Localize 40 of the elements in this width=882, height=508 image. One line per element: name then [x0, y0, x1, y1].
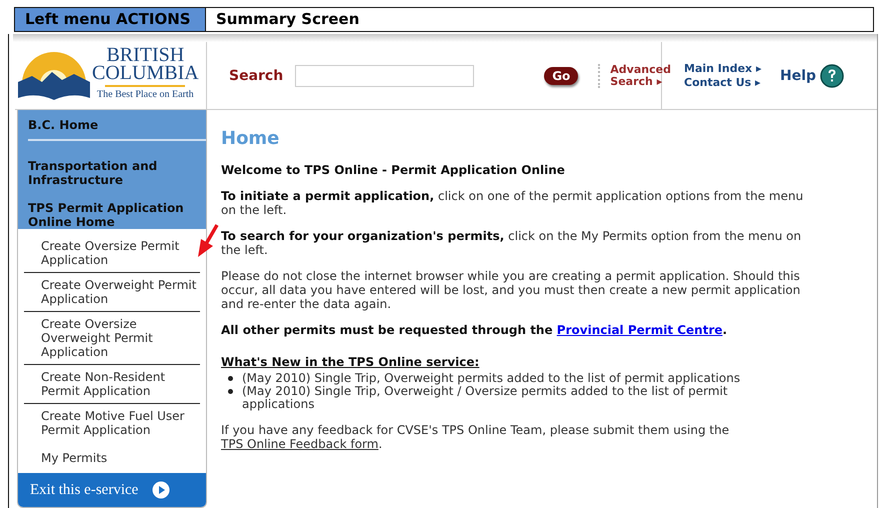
help-icon[interactable]: [820, 64, 844, 88]
list-text: (May 2010) Single Trip, Overweight / Oversize permits added to the list of permit applications: [242, 385, 728, 411]
sidebar-item[interactable]: Create Oversize Overweight Permit Application: [41, 317, 200, 360]
paragraph: All other permits must be requested through the Provincial Permit Centre.: [221, 323, 728, 337]
heading-text: Welcome to TPS Online - Permit Application Online: [221, 163, 566, 177]
sidebar-item[interactable]: My Permits: [41, 451, 108, 466]
logo-text: BRITISH: [106, 46, 184, 64]
text-link[interactable]: Provincial Permit Centre: [556, 323, 723, 337]
bullet-icon: [228, 376, 233, 381]
sidebar-item[interactable]: Create Overweight Permit Application: [41, 278, 200, 306]
help-link[interactable]: Help: [780, 68, 816, 84]
caption-label: Left menu ACTIONS: [15, 8, 206, 31]
caption-label: Summary Screen: [215, 9, 360, 30]
paragraph: To search for your organization's permits, click on the My Permits option from the menu on the left.: [221, 229, 802, 257]
sidebar-link[interactable]: Transportation and Infrastructure: [28, 159, 206, 187]
list-text: (May 2010) Single Trip, Overweight permits added to the list of permit applications: [242, 372, 740, 385]
search-field[interactable]: [295, 64, 474, 86]
play-icon: [152, 481, 170, 500]
sidebar-link[interactable]: B.C. Home: [28, 118, 206, 141]
sidebar-item[interactable]: Create Motive Fuel User Permit Application: [41, 409, 200, 438]
sidebar-item[interactable]: Create Oversize Permit Application: [41, 239, 200, 268]
paragraph: If you have any feedback for CVSE's TPS Online Team, please submit them using the TPS Online Feedback form.: [221, 423, 730, 451]
sidebar-link[interactable]: TPS Permit Application Online Home: [28, 201, 206, 229]
exit-button[interactable]: Exit this e-service: [18, 473, 206, 507]
go-button[interactable]: Go: [544, 66, 578, 84]
sun-mountains-icon: [18, 52, 90, 102]
section-heading: What's New in the TPS Online service:: [221, 355, 480, 369]
sidebar-item[interactable]: Create Non-Resident Permit Application: [41, 370, 200, 398]
logo-tagline: The Best Place on Earth: [97, 89, 194, 100]
search-label: Search: [229, 68, 284, 84]
text-link[interactable]: TPS Online Feedback form: [221, 437, 378, 451]
paragraph: To initiate a permit application, click on one of the permit application options from the menu on the left.: [221, 189, 804, 217]
annotation-arrow: [197, 224, 219, 258]
paragraph: Please do not close the internet browser while you are creating a permit application. Should this occur, all data you have entered will be lost, and you must then create a new permit application and re-enter the data again.: [221, 269, 802, 311]
page-title: Home: [221, 128, 280, 149]
advanced-search-link[interactable]: Advanced Search ▸: [610, 64, 671, 88]
bullet-icon: [228, 389, 233, 394]
nav-link[interactable]: Main Index ▸: [684, 62, 780, 75]
nav-link[interactable]: Contact Us ▸: [684, 76, 780, 89]
logo-text: COLUMBIA: [92, 64, 199, 82]
